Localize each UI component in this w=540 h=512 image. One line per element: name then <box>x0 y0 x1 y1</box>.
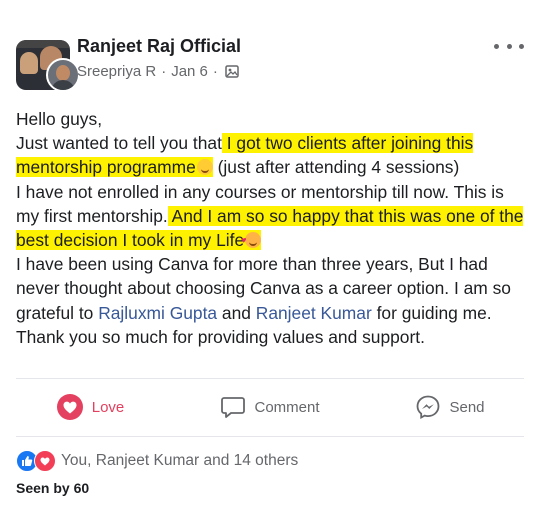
text-segment: for guiding me. <box>371 302 492 323</box>
post-actions: Love Comment Send <box>0 385 540 429</box>
reactions-text: You, Ranjeet Kumar and 14 others <box>61 452 299 469</box>
messenger-icon <box>417 395 440 420</box>
post-paragraph-2: I have not enrolled in any courses or me… <box>16 180 531 253</box>
author-name-link[interactable]: Sreepriya R <box>77 63 156 80</box>
text-segment: and <box>217 302 256 323</box>
text-segment: (just after attending 4 sessions) <box>212 157 460 178</box>
comment-icon <box>221 397 246 418</box>
post-paragraph-1: Just wanted to tell you that I got two c… <box>16 131 531 179</box>
comment-button[interactable]: Comment <box>180 385 360 429</box>
reaction-icons <box>16 450 56 472</box>
love-icon <box>34 450 56 472</box>
mention-link[interactable]: Ranjeet Kumar <box>256 303 372 323</box>
post-paragraph-3: I have been using Canva for more than th… <box>16 252 531 325</box>
text-segment: Just wanted to tell you that <box>16 133 222 154</box>
love-button[interactable]: Love <box>0 385 180 429</box>
smiling-face-emoji <box>196 159 213 176</box>
comment-label: Comment <box>254 398 320 416</box>
post-body: Hello guys, Just wanted to tell you that… <box>16 107 531 349</box>
group-name-link[interactable]: Ranjeet Raj Official <box>77 36 241 57</box>
more-horizontal-icon <box>494 43 499 49</box>
divider <box>16 378 524 379</box>
love-icon <box>56 394 83 420</box>
divider <box>16 436 524 437</box>
love-label: Love <box>91 398 125 416</box>
meta-separator: · <box>212 63 218 80</box>
meta-separator: · <box>161 63 167 80</box>
reactions-summary[interactable]: You, Ranjeet Kumar and 14 others <box>16 450 298 472</box>
send-label: Send <box>449 398 485 416</box>
seen-by-count[interactable]: Seen by 60 <box>16 480 89 496</box>
gallery-icon <box>225 65 239 78</box>
author-avatar[interactable] <box>46 58 80 92</box>
post-header: Ranjeet Raj Official Sreepriya R · Jan 6… <box>0 0 540 100</box>
post-meta: Sreepriya R · Jan 6 · <box>77 63 239 80</box>
more-options-button[interactable] <box>494 38 524 54</box>
mention-link[interactable]: Rajluxmi Gupta <box>98 303 217 323</box>
post-greeting: Hello guys, <box>16 109 103 129</box>
post-date[interactable]: Jan 6 <box>171 63 208 80</box>
smiling-face-with-hearts-emoji <box>241 228 262 252</box>
post-paragraph-4: Thank you so much for providing values a… <box>16 326 425 347</box>
send-button[interactable]: Send <box>360 385 540 429</box>
